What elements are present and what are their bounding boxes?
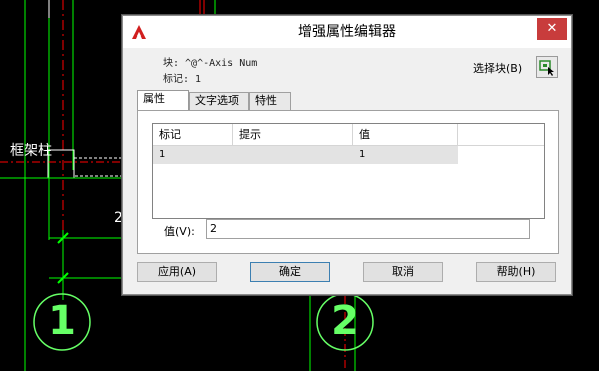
axis-bubble-1-label: 1 (48, 298, 76, 344)
column-header-prompt[interactable]: 提示 (233, 124, 353, 146)
select-block-label: 选择块(B) (473, 62, 523, 75)
help-button[interactable]: 帮助(H) (476, 262, 556, 282)
title-bar[interactable]: 增强属性编辑器 ✕ (123, 16, 571, 48)
column-header-value[interactable]: 值 (353, 124, 458, 146)
select-block-icon (539, 60, 554, 76)
block-name-line: 块: ^@^-Axis Num (163, 58, 258, 69)
cancel-button[interactable]: 取消 (363, 262, 443, 282)
value-label: 值(V): (164, 225, 195, 238)
select-block-button[interactable] (536, 56, 558, 78)
cell-value: 1 (359, 149, 366, 160)
ok-button[interactable]: 确定 (250, 262, 330, 282)
value-input[interactable]: 2 (206, 219, 530, 239)
close-button[interactable]: ✕ (537, 18, 567, 40)
table-row[interactable]: 1 1 (153, 146, 458, 164)
cell-tag: 1 (159, 149, 166, 160)
cell-prompt (233, 146, 353, 164)
enhanced-attribute-editor-dialog: 增强属性编辑器 ✕ 块: ^@^-Axis Num 标记: 1 选择块(B) 属… (122, 15, 572, 295)
apply-button[interactable]: 应用(A) (137, 262, 217, 282)
tab-text-options[interactable]: 文字选项 (189, 92, 249, 110)
attribute-grid[interactable]: 标记 提示 值 1 1 (152, 123, 545, 219)
tag-line: 标记: 1 (163, 74, 202, 85)
attribute-tab-panel: 标记 提示 值 1 1 值(V): 2 (137, 110, 559, 254)
grid-header: 标记 提示 值 (153, 124, 544, 146)
tab-properties[interactable]: 特性 (249, 92, 291, 110)
column-header-tag[interactable]: 标记 (153, 124, 233, 146)
cad-label-frame-column: 框架柱 (10, 143, 52, 159)
axis-bubble-2-label: 2 (331, 298, 359, 344)
dialog-title: 增强属性编辑器 (298, 24, 396, 40)
tab-attribute[interactable]: 属性 (137, 90, 189, 110)
